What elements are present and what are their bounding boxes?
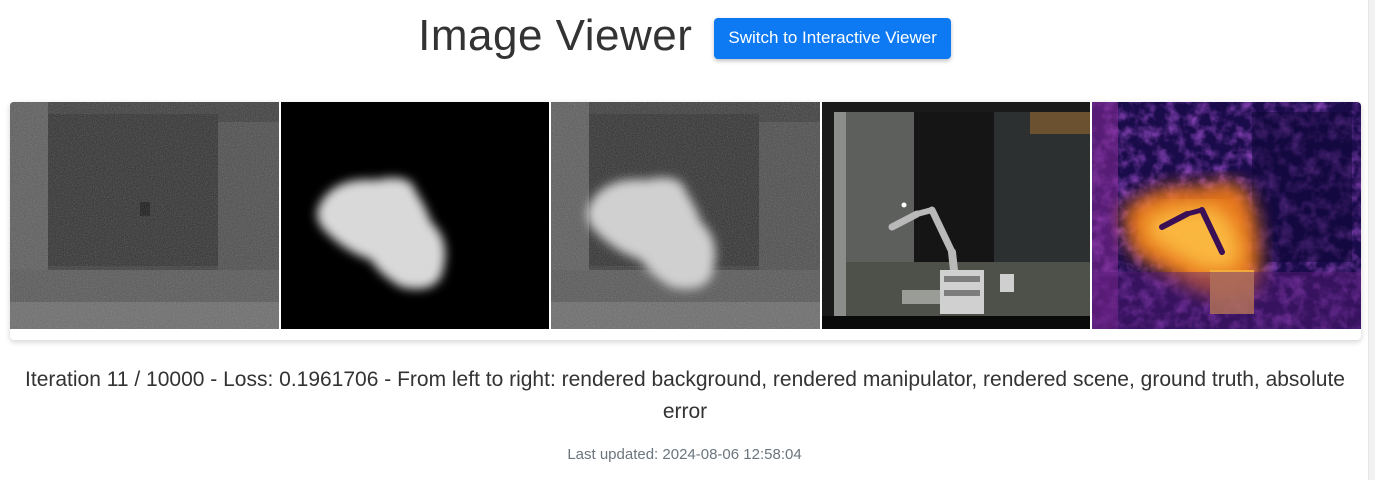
- switch-to-interactive-viewer-button[interactable]: Switch to Interactive Viewer: [714, 17, 951, 59]
- rendered-manipulator-image: [280, 102, 550, 329]
- image-viewer-page: Image Viewer Switch to Interactive Viewe…: [0, 0, 1375, 480]
- iteration-caption: Iteration 11 / 10000 - Loss: 0.1961706 -…: [25, 368, 1345, 423]
- image-strip-card: [10, 102, 1361, 340]
- rendered-scene-image: [551, 102, 820, 329]
- page-header: Image Viewer Switch to Interactive Viewe…: [0, 10, 1369, 62]
- page-title: Image Viewer: [418, 11, 693, 60]
- vertical-scrollbar[interactable]: [1368, 0, 1375, 480]
- last-updated-text: Last updated: 2024-08-06 12:58:04: [567, 446, 802, 463]
- image-strip: [10, 102, 1361, 329]
- ground-truth-image: [821, 102, 1091, 329]
- absolute-error-image: [1092, 102, 1361, 329]
- rendered-background-image: [10, 102, 279, 329]
